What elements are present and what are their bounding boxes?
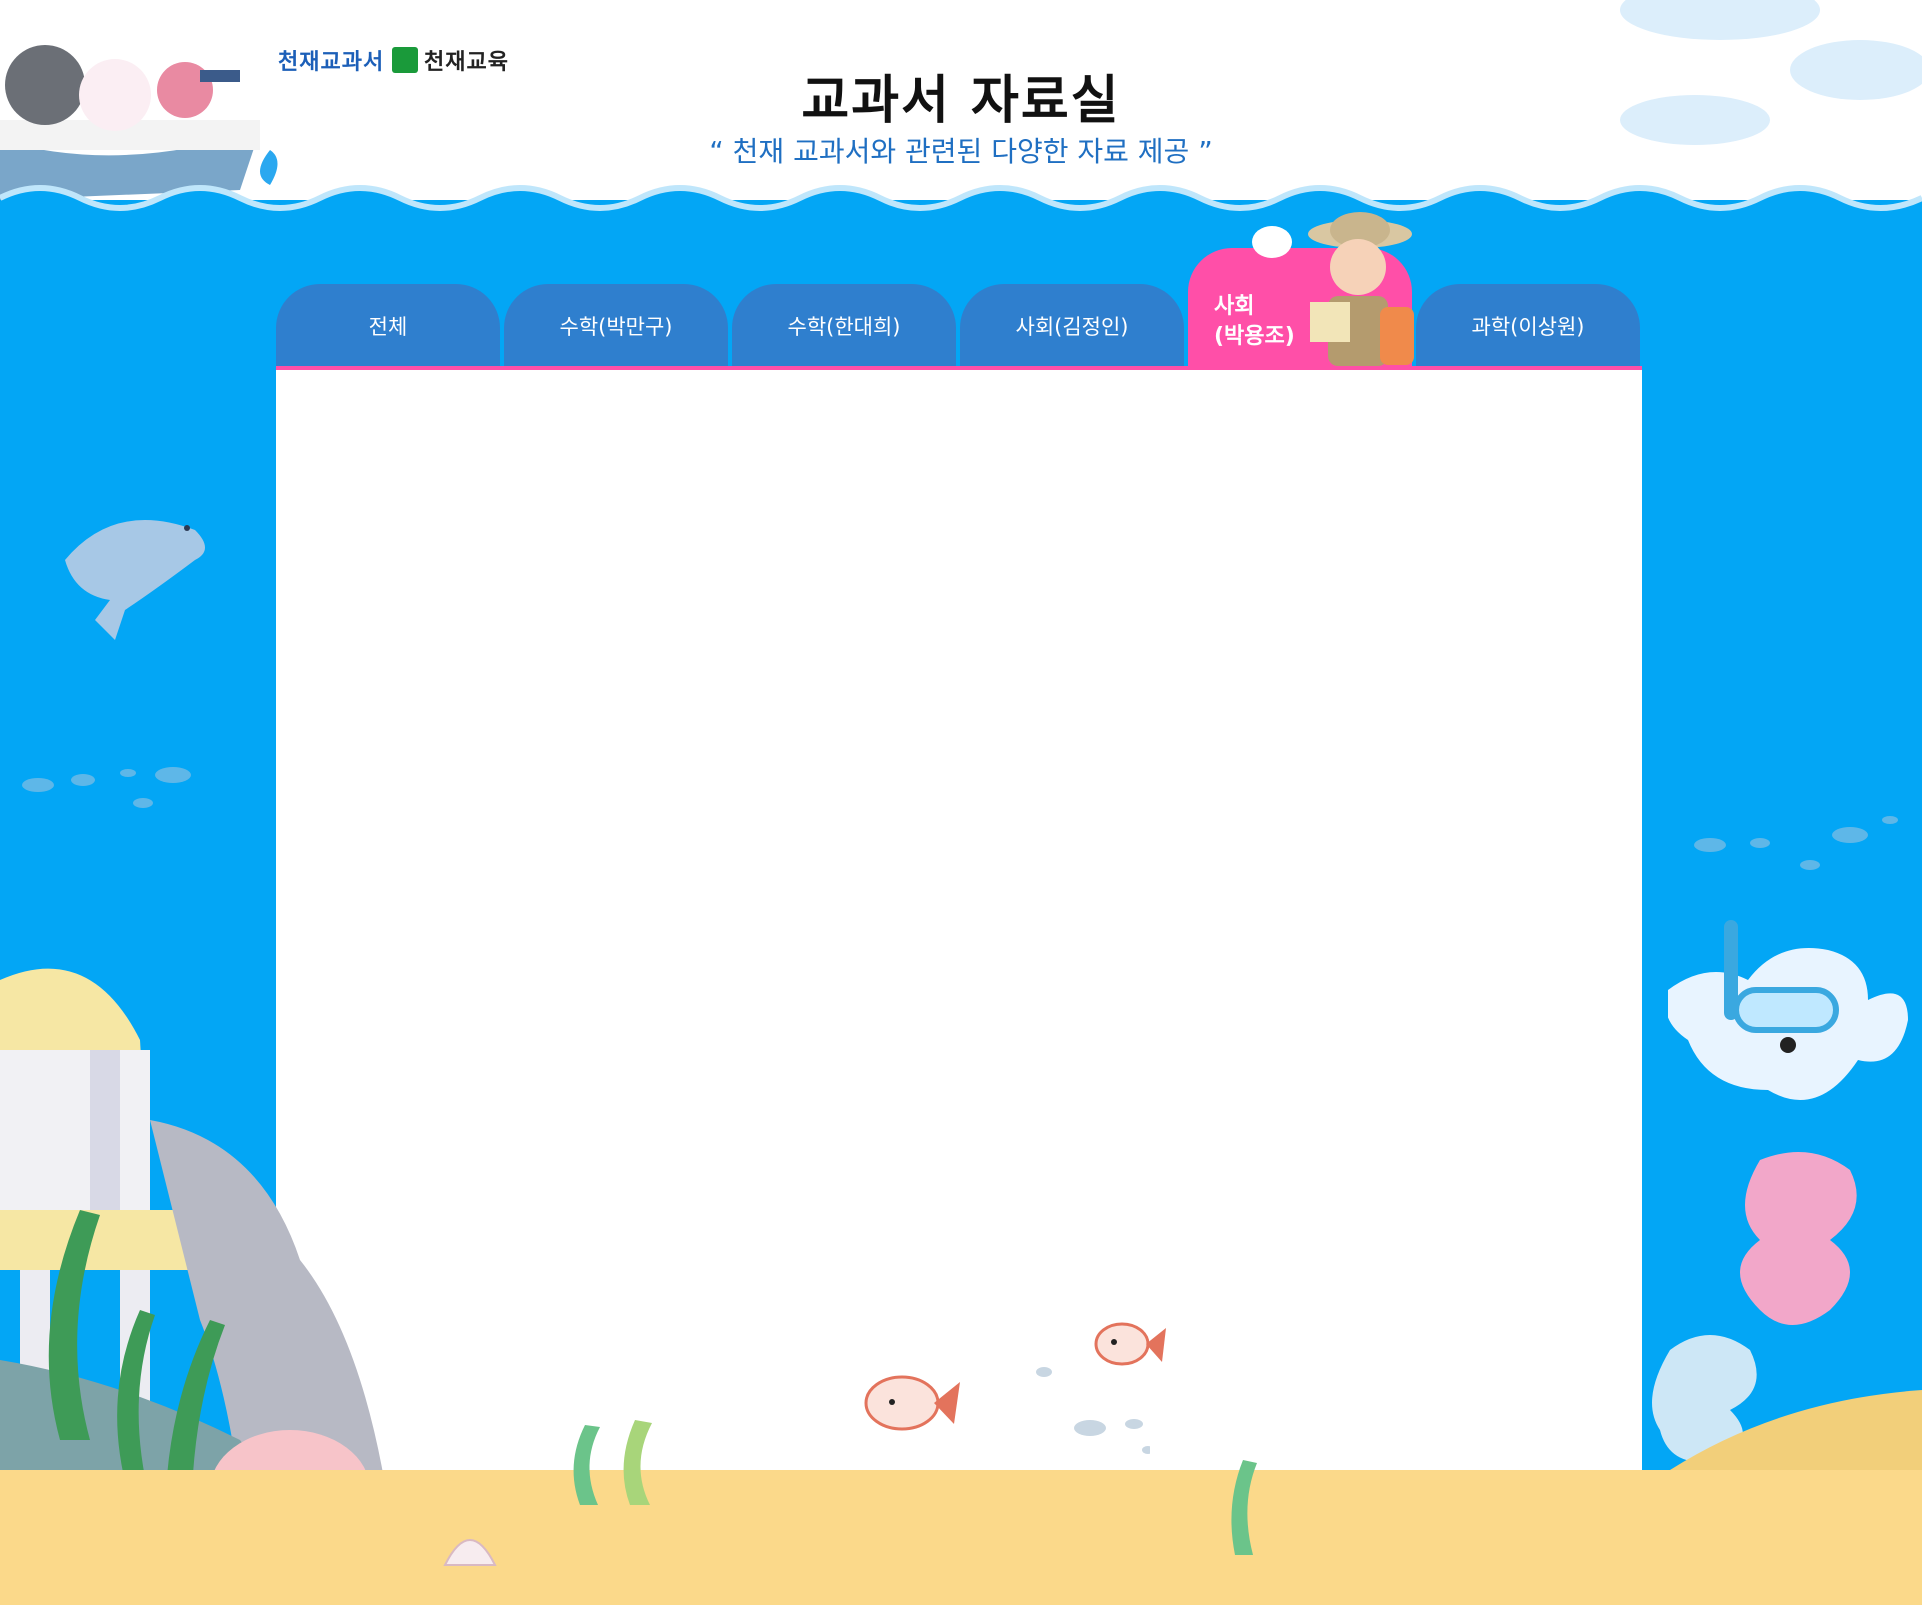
cloud-icon [1620, 0, 1820, 40]
subject-tabs: 전체 수학(박만구) 수학(한대희) 사회(김정인) 사회 (박용조) 과학(이… [276, 240, 1642, 368]
seaweed-icon [1231, 1460, 1257, 1555]
dolphin-icon [65, 520, 205, 640]
sand-floor [0, 1470, 1922, 1605]
tab-social-kim[interactable]: 사회(김정인) [960, 284, 1184, 368]
content-panel [276, 370, 1642, 1500]
seaweed-icon [573, 1420, 652, 1505]
explorer-girl-icon [1252, 212, 1414, 366]
fish-school-icon [22, 767, 191, 808]
tab-all[interactable]: 전체 [276, 284, 500, 368]
small-fish-school-icon [1036, 1367, 1150, 1454]
seashell-icon [443, 1539, 497, 1566]
page-stage: 천재교과서 천재교육 교과서 자료실 “ 천재 교과서와 관련된 다양한 자료 … [0, 0, 1922, 1605]
tab-math-park[interactable]: 수학(박만구) [504, 284, 728, 368]
page-title: 교과서 자료실 [801, 71, 1121, 131]
tab-science-lee[interactable]: 과학(이상원) [1416, 284, 1640, 368]
fish-school-icon [1694, 816, 1898, 870]
wave-divider [0, 185, 1922, 240]
fish-icon [864, 1375, 960, 1431]
polar-bear-snorkel-icon [1668, 920, 1908, 1100]
page-subtitle: “ 천재 교과서와 관련된 다양한 자료 제공 ” [709, 135, 1213, 168]
tab-math-han[interactable]: 수학(한대희) [732, 284, 956, 368]
